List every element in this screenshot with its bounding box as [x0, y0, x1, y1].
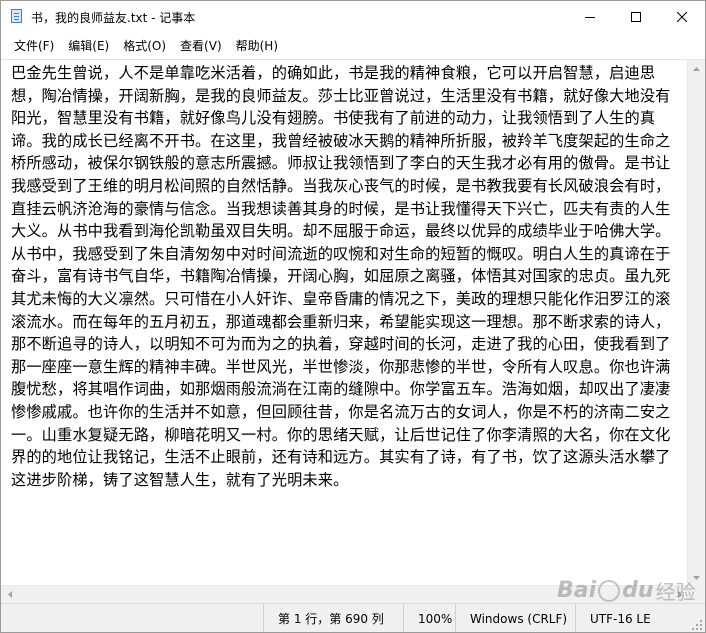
minimize-button[interactable] [567, 1, 613, 33]
watermark-label: 经验 [655, 580, 696, 604]
editor-area: 巴金先生曾说，人不是单靠吃米活着，的确如此，书是我的精神食粮，它可以开启智慧，启… [1, 59, 705, 603]
title-bar[interactable]: 书，我的良师益友.txt - 记事本 [1, 1, 705, 33]
maximize-icon [631, 12, 641, 22]
minimize-icon [585, 17, 595, 18]
window-title: 书，我的良师益友.txt - 记事本 [31, 10, 196, 25]
watermark-brand-suffix: du [622, 578, 654, 603]
menu-view[interactable]: 查看(V) [173, 35, 229, 57]
baidu-paw-icon [598, 579, 621, 602]
close-icon [677, 12, 687, 22]
scroll-left-button[interactable] [1, 586, 18, 603]
menu-format[interactable]: 格式(O) [116, 35, 173, 57]
scroll-left-icon [7, 591, 12, 598]
menu-file[interactable]: 文件(F) [1, 35, 61, 57]
vertical-scrollbar[interactable] [687, 60, 705, 586]
text-content[interactable]: 巴金先生曾说，人不是单靠吃米活着，的确如此，书是我的精神食粮，它可以开启智慧，启… [11, 62, 675, 598]
watermark-brand: Bai [557, 578, 597, 603]
scroll-up-button[interactable] [688, 60, 705, 77]
baidu-jingyan-watermark: Bai du 经验 [557, 576, 696, 605]
status-bar: 第 1 行，第 690 列 100% Windows (CRLF) UTF-16… [1, 603, 705, 632]
notepad-window: 书，我的良师益友.txt - 记事本 文件(F) 编辑(E) 格式(O) 查看(… [0, 0, 706, 633]
status-line-ending: Windows (CRLF) [455, 604, 575, 632]
status-zoom: 100% [403, 604, 455, 632]
status-encoding: UTF-16 LE [575, 604, 685, 632]
notepad-app-icon[interactable] [9, 9, 25, 25]
window-controls [567, 1, 705, 33]
menu-edit[interactable]: 编辑(E) [61, 35, 116, 57]
scroll-up-icon [693, 66, 700, 71]
status-cursor-position: 第 1 行，第 690 列 [263, 604, 403, 632]
resize-grip-icon[interactable] [691, 619, 703, 631]
maximize-button[interactable] [613, 1, 659, 33]
menu-help[interactable]: 帮助(H) [229, 35, 285, 57]
close-button[interactable] [659, 1, 705, 33]
menu-bar: 文件(F) 编辑(E) 格式(O) 查看(V) 帮助(H) [1, 35, 705, 57]
